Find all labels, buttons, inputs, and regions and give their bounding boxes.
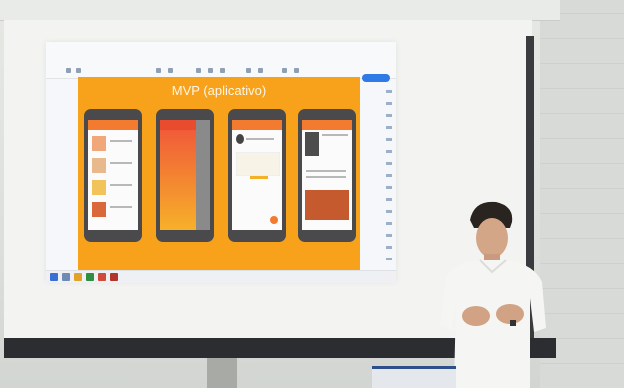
list-thumbnail: [92, 202, 106, 217]
tool-icon: [294, 68, 299, 73]
projector-screen-housing: [0, 0, 560, 21]
list-thumbnail: [92, 136, 106, 151]
list-thumbnail: [92, 158, 106, 173]
text-line: [322, 134, 348, 136]
taskbar: [46, 270, 396, 283]
share-button: [362, 74, 390, 82]
viewer-toolbar: [46, 42, 396, 82]
text-line: [246, 138, 274, 140]
app-mockup-phone: [156, 109, 214, 242]
presenter-person: [440, 201, 546, 388]
app-mockup-phone: [84, 109, 142, 242]
slide-title: MVP (aplicativo): [171, 83, 267, 98]
review-card: [236, 152, 280, 176]
text-line: [110, 206, 132, 208]
photo-gallery: [305, 190, 349, 220]
app-mockup-phone: [298, 109, 356, 242]
tool-icon: [208, 68, 213, 73]
wall-pillar: [207, 358, 237, 388]
tool-icon: [220, 68, 225, 73]
phone-screen: [160, 120, 210, 230]
text-line: [110, 184, 132, 186]
tool-icon: [76, 68, 81, 73]
app-mockup-phone: [228, 109, 286, 242]
text-line: [306, 176, 346, 178]
projected-desktop: MVP (aplicativo): [46, 42, 396, 283]
profile-photo: [305, 132, 319, 156]
tool-icon: [156, 68, 161, 73]
list-thumbnail: [92, 180, 106, 195]
desk: [372, 366, 456, 388]
tool-icon: [246, 68, 251, 73]
rating-stars: [250, 176, 268, 179]
text-line: [110, 140, 132, 142]
presentation-slide: MVP (aplicativo): [78, 77, 360, 273]
app-header: [232, 120, 282, 130]
taskbar-icon: [98, 273, 106, 281]
side-menu: [196, 120, 210, 230]
taskbar-icon: [74, 273, 82, 281]
tool-icon: [196, 68, 201, 73]
tool-icon: [258, 68, 263, 73]
text-line: [110, 162, 132, 164]
taskbar-icon: [86, 273, 94, 281]
phone-screen: [232, 120, 282, 230]
tool-icon: [168, 68, 173, 73]
taskbar-icon: [62, 273, 70, 281]
app-header: [302, 120, 352, 130]
text-line: [306, 170, 346, 172]
tool-icon: [66, 68, 71, 73]
start-icon: [50, 273, 58, 281]
tool-icon: [282, 68, 287, 73]
avatar: [236, 134, 244, 144]
phone-screen: [302, 120, 352, 230]
action-button: [270, 216, 278, 224]
phone-screen: [88, 120, 138, 230]
taskbar-icon: [110, 273, 118, 281]
app-header: [88, 120, 138, 130]
presentation-scene: MVP (aplicativo): [0, 0, 624, 388]
side-tool-strip: [386, 90, 392, 260]
